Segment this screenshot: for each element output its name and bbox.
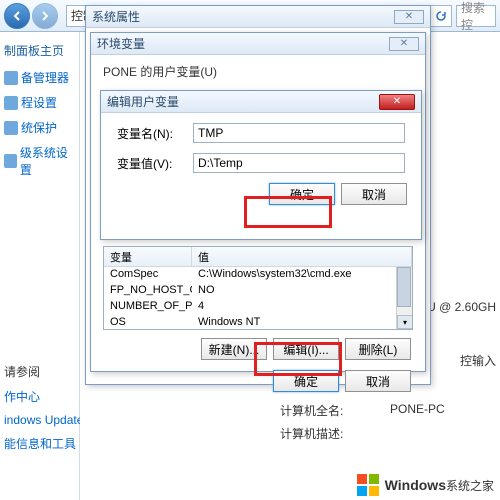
- ok-button[interactable]: 确定: [269, 183, 335, 205]
- shield-icon: [4, 121, 18, 135]
- var-name-label: 变量名(N):: [117, 125, 185, 142]
- sidebar-item-action-center[interactable]: 作中心: [4, 388, 83, 405]
- sidebar: 制面板主页 备管理器 程设置 统保护 级系统设置 请参阅 作中心 indows …: [0, 32, 80, 500]
- shield-icon: [4, 154, 17, 168]
- var-name-input[interactable]: [193, 123, 405, 143]
- var-value-input[interactable]: [193, 153, 405, 173]
- col-val: 值: [192, 247, 412, 266]
- refresh-icon: [435, 10, 447, 22]
- var-value-label: 变量值(V):: [117, 155, 185, 172]
- fullname-label: 计算机全名:: [280, 402, 390, 419]
- desc-label: 计算机描述:: [280, 425, 390, 442]
- sidebar-title: 制面板主页: [4, 42, 75, 59]
- scroll-thumb[interactable]: [397, 267, 411, 307]
- close-button[interactable]: ✕: [389, 37, 419, 51]
- sidebar-item-device-mgr[interactable]: 备管理器: [4, 69, 75, 86]
- close-button[interactable]: ✕: [379, 94, 415, 110]
- close-button[interactable]: ✕: [394, 10, 424, 24]
- dialog-title: 编辑用户变量: [107, 93, 179, 110]
- delete-button[interactable]: 删除(L): [345, 338, 411, 360]
- arrow-right-icon: [40, 11, 50, 21]
- col-var: 变量: [104, 247, 192, 266]
- cancel-button[interactable]: 取消: [341, 183, 407, 205]
- refresh-button[interactable]: [430, 5, 452, 27]
- table-row[interactable]: ComSpecC:\Windows\system32\cmd.exe: [104, 267, 412, 283]
- sidebar-item-advanced[interactable]: 级系统设置: [4, 144, 75, 178]
- dialog-title: 环境变量: [97, 35, 145, 52]
- table-row[interactable]: OSWindows NT: [104, 315, 412, 330]
- search-placeholder: 搜索控: [461, 0, 491, 33]
- shield-icon: [4, 96, 18, 110]
- watermark-brand: Windows: [385, 477, 446, 493]
- cancel-button[interactable]: 取消: [345, 370, 411, 392]
- shield-icon: [4, 71, 18, 85]
- search-input[interactable]: 搜索控: [456, 5, 496, 27]
- sidebar-item-remote[interactable]: 程设置: [4, 94, 75, 111]
- fullname-value: PONE-PC: [390, 402, 445, 419]
- sys-vars-table[interactable]: 变量 值 ComSpecC:\Windows\system32\cmd.exe …: [103, 246, 413, 330]
- sidebar-item-protection[interactable]: 统保护: [4, 119, 75, 136]
- sidebar-item-perf[interactable]: 能信息和工具: [4, 435, 83, 452]
- table-row[interactable]: NUMBER_OF_PR...4: [104, 299, 412, 315]
- watermark: Windows 系统之家: [357, 474, 494, 496]
- sidebar-item-update[interactable]: indows Update: [4, 413, 83, 427]
- edit-button[interactable]: 编辑(I)...: [273, 338, 339, 360]
- sidebar-section: 请参阅: [4, 363, 83, 380]
- dialog-title: 系统属性: [92, 8, 140, 25]
- ok-button[interactable]: 确定: [273, 370, 339, 392]
- watermark-suffix: 系统之家: [446, 477, 494, 494]
- forward-button[interactable]: [32, 3, 58, 29]
- input-info: 控输入: [460, 352, 496, 369]
- user-vars-label: PONE 的用户变量(U): [103, 63, 413, 80]
- windows-logo-icon: [357, 474, 379, 496]
- edit-var-dialog: 编辑用户变量 ✕ 变量名(N): 变量值(V): 确定 取消: [100, 90, 422, 240]
- scroll-down-icon[interactable]: ▾: [397, 315, 413, 329]
- back-button[interactable]: [4, 3, 30, 29]
- table-row[interactable]: FP_NO_HOST_C...NO: [104, 283, 412, 299]
- scrollbar[interactable]: ▾: [396, 267, 412, 329]
- arrow-left-icon: [12, 11, 22, 21]
- new-button[interactable]: 新建(N)...: [201, 338, 267, 360]
